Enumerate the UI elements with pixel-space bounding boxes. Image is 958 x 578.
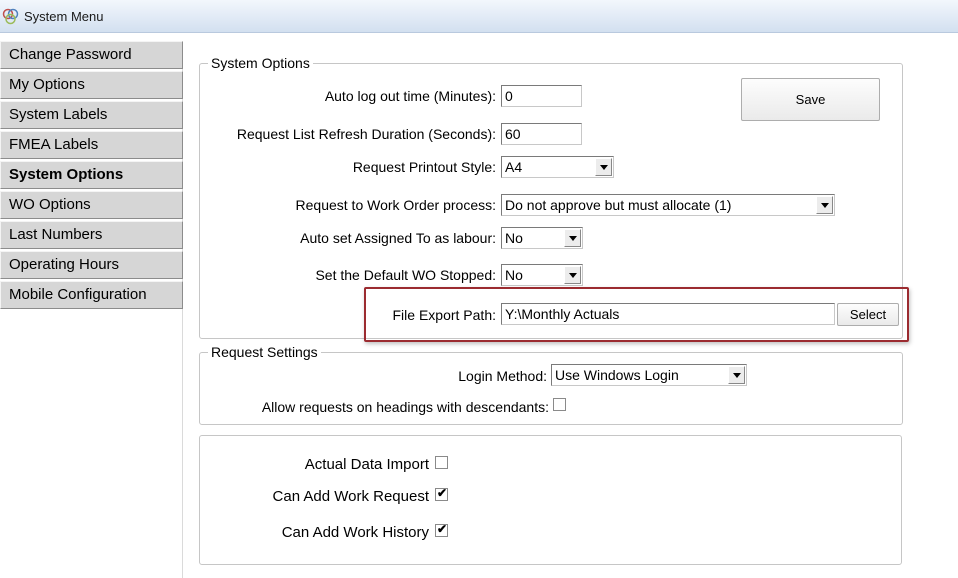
printout-style-value: A4: [505, 159, 523, 175]
login-method-label: Login Method:: [458, 368, 547, 384]
save-button[interactable]: Save: [741, 78, 880, 121]
refresh-duration-label: Request List Refresh Duration (Seconds):: [236, 126, 496, 142]
sidebar-item-operating-hours[interactable]: Operating Hours: [0, 251, 183, 279]
login-method-select[interactable]: Use Windows Login: [551, 364, 747, 386]
login-method-value: Use Windows Login: [555, 367, 679, 383]
checkmark-icon: ✔: [437, 522, 448, 536]
can-add-work-history-label: Can Add Work History: [281, 524, 429, 541]
sidebar-item-mobile-configuration[interactable]: Mobile Configuration: [0, 281, 183, 309]
sidebar-nav: Change Password My Options System Labels…: [0, 41, 183, 578]
window-title: System Menu: [24, 8, 104, 24]
checkmark-icon: ✔: [437, 486, 448, 500]
sidebar-item-my-options[interactable]: My Options: [0, 71, 183, 99]
auto-assigned-select[interactable]: No: [501, 227, 583, 249]
can-add-work-request-checkbox[interactable]: ✔: [435, 486, 448, 501]
printout-style-label: Request Printout Style:: [352, 159, 496, 175]
sidebar-item-system-options[interactable]: System Options: [0, 161, 183, 189]
auto-logout-input[interactable]: [501, 85, 582, 107]
request-to-wo-select[interactable]: Do not approve but must allocate (1): [501, 194, 835, 216]
auto-logout-label: Auto log out time (Minutes):: [324, 88, 496, 104]
default-wo-stopped-value: No: [505, 267, 523, 283]
can-add-work-history-checkbox[interactable]: ✔: [435, 522, 448, 537]
allow-headings-checkbox[interactable]: [553, 398, 566, 411]
request-to-wo-label: Request to Work Order process:: [295, 197, 496, 213]
sidebar-item-wo-options[interactable]: WO Options: [0, 191, 183, 219]
chevron-down-icon[interactable]: [595, 158, 612, 176]
sidebar-item-fmea-labels[interactable]: FMEA Labels: [0, 131, 183, 159]
request-settings-legend: Request Settings: [208, 344, 321, 360]
file-export-label: File Export Path:: [392, 307, 497, 323]
auto-assigned-label: Auto set Assigned To as labour:: [300, 230, 496, 246]
actual-data-import-label: Actual Data Import: [304, 456, 429, 473]
can-add-work-request-label: Can Add Work Request: [272, 488, 429, 505]
request-to-wo-value: Do not approve but must allocate (1): [505, 197, 732, 213]
sidebar-item-change-password[interactable]: Change Password: [0, 41, 183, 69]
window-titlebar: System Menu: [0, 0, 958, 33]
chevron-down-icon[interactable]: [728, 366, 745, 384]
system-options-legend: System Options: [208, 55, 313, 71]
refresh-duration-input[interactable]: [501, 123, 582, 145]
sidebar-item-system-labels[interactable]: System Labels: [0, 101, 183, 129]
chevron-down-icon[interactable]: [816, 196, 833, 214]
app-logo-icon: [2, 8, 19, 24]
allow-headings-label: Allow requests on headings with descenda…: [261, 399, 549, 415]
default-wo-stopped-label: Set the Default WO Stopped:: [315, 267, 496, 283]
actual-data-import-checkbox[interactable]: [435, 456, 448, 469]
printout-style-select[interactable]: A4: [501, 156, 614, 178]
default-wo-stopped-select[interactable]: No: [501, 264, 583, 286]
auto-assigned-value: No: [505, 230, 523, 246]
sidebar-item-last-numbers[interactable]: Last Numbers: [0, 221, 183, 249]
chevron-down-icon[interactable]: [564, 266, 581, 284]
select-path-button[interactable]: Select: [837, 303, 899, 326]
file-export-path-input[interactable]: [501, 303, 835, 325]
chevron-down-icon[interactable]: [564, 229, 581, 247]
